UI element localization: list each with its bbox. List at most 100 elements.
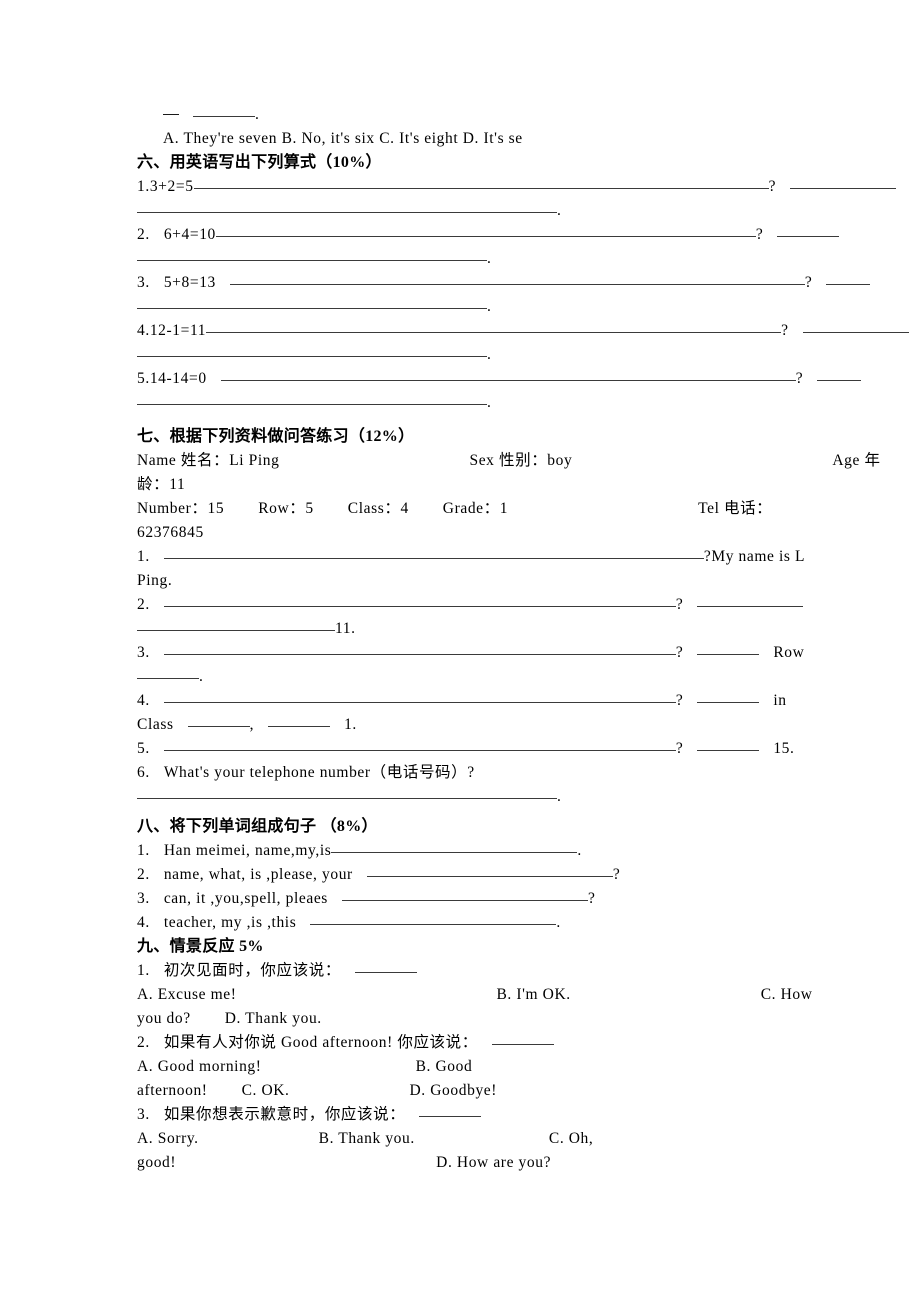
choice-c[interactable]: C. How bbox=[761, 986, 813, 1003]
answer-blank-wrap[interactable] bbox=[137, 248, 487, 261]
answer-blank-tail[interactable] bbox=[802, 320, 909, 333]
answer-blank-wrap[interactable] bbox=[137, 296, 487, 309]
item-words: teacher, my ,is ,this bbox=[163, 914, 297, 931]
section-nine-question-2-choices-wrap: afternoon! C. OK. D. Goodbye! bbox=[137, 1079, 917, 1103]
item-number: 4. bbox=[137, 322, 150, 339]
question-mark: ? bbox=[781, 322, 789, 339]
question-blank-tail[interactable] bbox=[697, 690, 760, 703]
choice-c-wrap[interactable]: you do? bbox=[137, 1010, 191, 1027]
answer-blank[interactable] bbox=[419, 1104, 482, 1117]
question-number: 1. bbox=[137, 962, 150, 979]
answer-blank[interactable] bbox=[220, 368, 796, 381]
grade-blank[interactable] bbox=[268, 714, 331, 727]
section-seven-question-4-wrap: Class, 1. bbox=[137, 713, 917, 737]
section-seven-heading: 七、根据下列资料做问答练习（12%） bbox=[137, 428, 415, 445]
question-mark: ? bbox=[795, 370, 804, 387]
choice-c[interactable]: C. Oh, bbox=[549, 1130, 594, 1147]
question-blank-wrap[interactable] bbox=[137, 618, 335, 631]
item-period: . bbox=[557, 202, 562, 219]
answer-blank[interactable] bbox=[491, 1032, 554, 1045]
class-label: Class：4 bbox=[347, 500, 409, 517]
answer-blank-wrap[interactable] bbox=[137, 392, 487, 405]
choice-d[interactable]: D. Goodbye! bbox=[410, 1082, 498, 1099]
item-end: ? bbox=[587, 890, 596, 907]
choice-b[interactable]: B. Thank you. bbox=[319, 1130, 415, 1147]
section-eight-item-1: 1. Han meimei, name,my,is. bbox=[137, 839, 917, 863]
item-number: 4. bbox=[137, 914, 150, 931]
choice-a[interactable]: A. Sorry. bbox=[137, 1130, 199, 1147]
item-equation: 14-14=0 bbox=[149, 370, 207, 387]
answer-blank[interactable] bbox=[193, 176, 769, 189]
question-tail-word: Row bbox=[773, 644, 805, 661]
section-seven-question-1: 1. ?My name is L bbox=[137, 545, 917, 569]
question-number: 2. bbox=[137, 1034, 150, 1051]
class-word: Class bbox=[137, 716, 174, 733]
question-number: 1. bbox=[137, 548, 150, 565]
section-seven-question-6: 6. What's your telephone number（电话号码）? bbox=[137, 761, 917, 785]
item-period: . bbox=[487, 346, 492, 363]
age-label: Age 年 bbox=[832, 452, 881, 469]
answer-blank-wrap[interactable] bbox=[137, 200, 557, 213]
answer-blank[interactable] bbox=[354, 960, 417, 973]
answer-blank[interactable] bbox=[366, 864, 613, 877]
question-blank[interactable] bbox=[163, 642, 676, 655]
item-period: . bbox=[487, 298, 492, 315]
choice-d[interactable]: D. Thank you. bbox=[225, 1010, 322, 1027]
choice-b[interactable]: B. I'm OK. bbox=[496, 986, 570, 1003]
section-nine-question-1-choices-wrap: you do? D. Thank you. bbox=[137, 1007, 917, 1031]
section-nine-question-3-choices: A. Sorry. B. Thank you. C. Oh, bbox=[137, 1127, 917, 1151]
answer-blank[interactable] bbox=[229, 272, 805, 285]
question-mark: ? bbox=[675, 692, 684, 709]
choice-d[interactable]: D. How are you? bbox=[436, 1154, 551, 1171]
item-end: . bbox=[577, 842, 582, 859]
section-six-item-2: 2. 6+4=10? bbox=[137, 223, 917, 247]
answer-blank-wrap[interactable] bbox=[137, 344, 487, 357]
answer-blank-tail[interactable] bbox=[790, 176, 897, 189]
item-period: . bbox=[487, 394, 492, 411]
student-info-tel-value: 62376845 bbox=[137, 524, 204, 541]
answer-blank[interactable] bbox=[310, 912, 557, 925]
question-tail-word: in bbox=[773, 692, 787, 709]
choice-a[interactable]: A. Good morning! bbox=[137, 1058, 262, 1075]
question-blank-wrap[interactable] bbox=[137, 666, 199, 679]
blank-underline[interactable] bbox=[193, 104, 255, 117]
section-nine-question-3-choices-wrap: good! D. How are you? bbox=[137, 1151, 917, 1175]
choice-c[interactable]: C. OK. bbox=[242, 1082, 290, 1099]
section-nine-question-2-prompt: 2. 如果有人对你说 Good afternoon! 你应该说： bbox=[137, 1031, 917, 1055]
question-blank[interactable] bbox=[163, 594, 676, 607]
class-blank[interactable] bbox=[187, 714, 250, 727]
grade-value: 1. bbox=[344, 716, 357, 733]
question-blank[interactable] bbox=[163, 738, 676, 751]
section-six-item-4-wrap: . bbox=[137, 343, 917, 367]
section-six-item-5: 5.14-14=0? bbox=[137, 367, 917, 391]
question-number: 5. bbox=[137, 740, 150, 757]
answer-blank-tail[interactable] bbox=[817, 368, 862, 381]
section-seven-question-2-wrap: 11. bbox=[137, 617, 917, 641]
item-words: name, what, is ,please, your bbox=[163, 866, 353, 883]
answer-blank[interactable] bbox=[206, 320, 782, 333]
question-blank-tail[interactable] bbox=[697, 738, 760, 751]
section-seven-question-3: 3.? Row bbox=[137, 641, 917, 665]
question-blank[interactable] bbox=[163, 546, 704, 559]
question-blank-tail[interactable] bbox=[697, 594, 804, 607]
question-blank-tail[interactable] bbox=[697, 642, 760, 655]
sex-value: boy bbox=[547, 452, 573, 469]
item-number: 5. bbox=[137, 370, 150, 387]
question-number: 2. bbox=[137, 596, 150, 613]
answer-blank-tail[interactable] bbox=[777, 224, 840, 237]
student-info-line-1-wrap: 龄：11 bbox=[137, 476, 186, 493]
answer-blank[interactable] bbox=[137, 786, 557, 799]
answer-blank[interactable] bbox=[341, 888, 588, 901]
choice-c-wrap[interactable]: good! bbox=[137, 1154, 176, 1171]
question-blank[interactable] bbox=[163, 690, 676, 703]
section-nine-question-1-prompt: 1. 初次见面时，你应该说： bbox=[137, 959, 917, 983]
item-equation: 6+4=10 bbox=[163, 226, 216, 243]
choice-a[interactable]: A. Excuse me! bbox=[137, 986, 236, 1003]
answer-blank-tail[interactable] bbox=[826, 272, 871, 285]
section-six-item-5-wrap: . bbox=[137, 391, 917, 415]
document-content: . A. They're seven B. No, it's six C. It… bbox=[137, 103, 917, 1175]
choice-b-wrap[interactable]: afternoon! bbox=[137, 1082, 208, 1099]
choice-b[interactable]: B. Good bbox=[416, 1058, 473, 1075]
answer-blank[interactable] bbox=[331, 840, 578, 853]
answer-blank[interactable] bbox=[215, 224, 756, 237]
